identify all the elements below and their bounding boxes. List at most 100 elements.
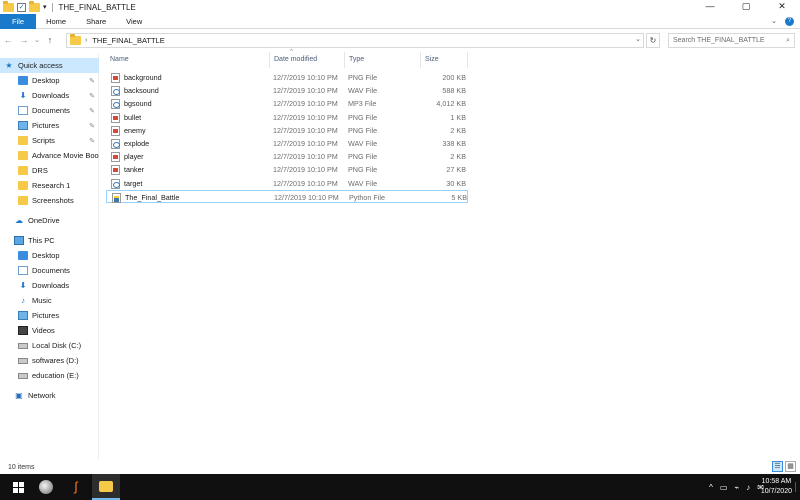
table-row[interactable]: target 12/7/2019 10:10 PM WAV File 30 KB bbox=[106, 177, 468, 190]
file-type: PNG File bbox=[348, 73, 378, 82]
large-icons-view-button[interactable]: ▦ bbox=[785, 461, 796, 472]
sidebar-item-documents[interactable]: Documents ✎ bbox=[0, 103, 99, 118]
sidebar-item-label: softwares (D:) bbox=[32, 356, 79, 365]
sidebar-item-education-e[interactable]: education (E:) bbox=[0, 368, 99, 383]
table-row[interactable]: bullet 12/7/2019 10:10 PM PNG File 1 KB bbox=[106, 111, 468, 124]
sidebar-item-local-disk-c[interactable]: Local Disk (C:) bbox=[0, 338, 99, 353]
png-file-icon bbox=[111, 165, 120, 176]
sidebar-item-label: Music bbox=[32, 296, 52, 305]
column-name[interactable]: Name bbox=[106, 52, 270, 68]
up-arrow-icon[interactable]: ↑ bbox=[42, 35, 58, 45]
customize-quick-access-icon[interactable]: ▾ bbox=[43, 3, 47, 11]
file-size: 4,012 KB bbox=[436, 99, 466, 109]
back-arrow-icon[interactable]: ← bbox=[0, 35, 16, 45]
table-row[interactable]: tanker 12/7/2019 10:10 PM PNG File 27 KB bbox=[106, 163, 468, 176]
sublime-icon: ʃ bbox=[74, 479, 78, 494]
table-row[interactable]: backsound 12/7/2019 10:10 PM WAV File 588 K… bbox=[106, 84, 468, 97]
network-icon: ▣ bbox=[15, 391, 23, 400]
sidebar-item-advance-movie[interactable]: Advance Movie Boo bbox=[0, 148, 99, 163]
taskbar-app-file-explorer[interactable] bbox=[92, 474, 120, 500]
expand-ribbon-icon[interactable]: ⌄ bbox=[771, 17, 777, 26]
help-icon[interactable]: ? bbox=[785, 17, 794, 26]
show-hidden-icons-icon[interactable]: ^ bbox=[709, 483, 713, 492]
forward-arrow-icon[interactable]: → bbox=[16, 35, 32, 45]
videos-icon bbox=[18, 326, 28, 335]
sidebar-item-quick-access[interactable]: ★ Quick access bbox=[0, 58, 99, 73]
details-view-button[interactable]: ☰ bbox=[772, 461, 783, 472]
table-row[interactable]: background 12/7/2019 10:10 PM PNG File 200 … bbox=[106, 71, 468, 84]
show-desktop-button[interactable] bbox=[795, 482, 800, 492]
status-bar: 10 items ☰ ▦ bbox=[0, 460, 800, 474]
sidebar-item-pc-videos[interactable]: Videos bbox=[0, 323, 99, 338]
battery-icon[interactable]: ▭ bbox=[720, 483, 728, 492]
properties-icon[interactable]: ✓ bbox=[17, 2, 26, 12]
table-row[interactable]: bgsound 12/7/2019 10:10 PM MP3 File 4,012 K… bbox=[106, 97, 468, 110]
table-row[interactable]: player 12/7/2019 10:10 PM PNG File 2 KB bbox=[106, 150, 468, 163]
taskbar: ʃ ^ ▭ ⌁ ♪ ✉ 10:58 AM 10/7/2020 bbox=[0, 474, 800, 500]
chevron-down-icon[interactable]: ⌄ bbox=[635, 35, 641, 43]
tab-home[interactable]: Home bbox=[36, 14, 76, 29]
window-title: THE_FINAL_BATTLE bbox=[58, 2, 136, 12]
sidebar-item-network[interactable]: ▣ Network bbox=[0, 388, 99, 403]
file-date-modified: 12/7/2019 10:10 PM bbox=[273, 178, 338, 188]
network-icon[interactable]: ⌁ bbox=[734, 483, 739, 492]
start-button[interactable] bbox=[4, 474, 32, 500]
sidebar-item-screenshots[interactable]: Screenshots bbox=[0, 193, 99, 208]
sidebar-item-pc-music[interactable]: ♪ Music bbox=[0, 293, 99, 308]
search-input[interactable]: Search THE_FINAL_BATTLE ⌕ bbox=[668, 33, 795, 48]
sidebar-item-pc-documents[interactable]: Documents bbox=[0, 263, 99, 278]
address-path[interactable]: THE_FINAL_BATTLE bbox=[92, 36, 164, 45]
table-row[interactable]: The_Final_Battle 12/7/2019 10:10 PM Python… bbox=[106, 189, 468, 203]
table-row[interactable]: explode 12/7/2019 10:10 PM WAV File 338 KB bbox=[106, 137, 468, 150]
refresh-icon[interactable]: ↻ bbox=[646, 33, 660, 48]
pin-icon: ✎ bbox=[89, 137, 95, 145]
tab-share[interactable]: Share bbox=[76, 14, 116, 29]
title-bar: ✓ ▾ THE_FINAL_BATTLE — ▢ ✕ bbox=[0, 0, 800, 14]
sidebar-item-this-pc[interactable]: This PC bbox=[0, 233, 99, 248]
item-count: 10 items bbox=[8, 463, 35, 471]
tab-file[interactable]: File bbox=[0, 13, 37, 29]
file-name: explode bbox=[124, 139, 150, 148]
clock[interactable]: 10:58 AM 10/7/2020 bbox=[761, 477, 792, 497]
music-icon: ♪ bbox=[21, 296, 25, 305]
file-name: backsound bbox=[124, 86, 159, 96]
new-folder-icon[interactable] bbox=[29, 0, 40, 12]
sidebar-item-label: Videos bbox=[32, 326, 55, 335]
sidebar-item-pc-desktop[interactable]: Desktop bbox=[0, 248, 99, 263]
column-header: ^ Name Date modified Type Size bbox=[106, 49, 470, 68]
sidebar-item-label: Scripts bbox=[32, 136, 55, 145]
taskbar-app-browser[interactable] bbox=[32, 474, 60, 500]
chevron-right-icon[interactable]: › bbox=[85, 37, 87, 44]
sidebar-item-drs[interactable]: DRS bbox=[0, 163, 99, 178]
sidebar-item-label: Research 1 bbox=[32, 181, 71, 190]
minimize-button[interactable]: — bbox=[692, 0, 728, 14]
column-type[interactable]: Type bbox=[345, 52, 421, 68]
recent-locations-icon[interactable]: ⌄ bbox=[32, 36, 42, 44]
tab-view[interactable]: View bbox=[116, 14, 152, 29]
folder-icon bbox=[18, 151, 28, 160]
close-button[interactable]: ✕ bbox=[764, 0, 800, 14]
sidebar-item-pictures[interactable]: Pictures ✎ bbox=[0, 118, 99, 133]
sidebar-item-onedrive[interactable]: ☁ OneDrive bbox=[0, 213, 99, 228]
file-type: WAV File bbox=[348, 139, 378, 148]
sidebar-item-scripts[interactable]: Scripts ✎ bbox=[0, 133, 99, 148]
png-file-icon bbox=[111, 125, 120, 136]
sidebar-item-pc-pictures[interactable]: Pictures bbox=[0, 308, 99, 323]
file-size: 1 KB bbox=[450, 112, 466, 122]
sidebar-item-desktop[interactable]: Desktop ✎ bbox=[0, 73, 99, 88]
column-size[interactable]: Size bbox=[421, 52, 468, 68]
sidebar-item-downloads[interactable]: ⬇ Downloads ✎ bbox=[0, 88, 99, 103]
sidebar-item-pc-downloads[interactable]: ⬇ Downloads bbox=[0, 278, 99, 293]
file-explorer-icon bbox=[99, 480, 113, 492]
maximize-button[interactable]: ▢ bbox=[728, 0, 764, 14]
sidebar-item-research[interactable]: Research 1 bbox=[0, 178, 99, 193]
sidebar-item-softwares-d[interactable]: softwares (D:) bbox=[0, 353, 99, 368]
file-type: PNG File bbox=[348, 152, 378, 162]
address-bar[interactable]: › THE_FINAL_BATTLE ⌄ bbox=[66, 33, 644, 48]
column-date-modified[interactable]: Date modified bbox=[270, 52, 345, 68]
png-file-icon bbox=[111, 112, 120, 123]
table-row[interactable]: enemy 12/7/2019 10:10 PM PNG File 2 KB bbox=[106, 124, 468, 137]
volume-icon[interactable]: ♪ bbox=[746, 483, 750, 492]
taskbar-app-sublime[interactable]: ʃ bbox=[62, 474, 90, 500]
sidebar-item-label: education (E:) bbox=[32, 371, 79, 380]
